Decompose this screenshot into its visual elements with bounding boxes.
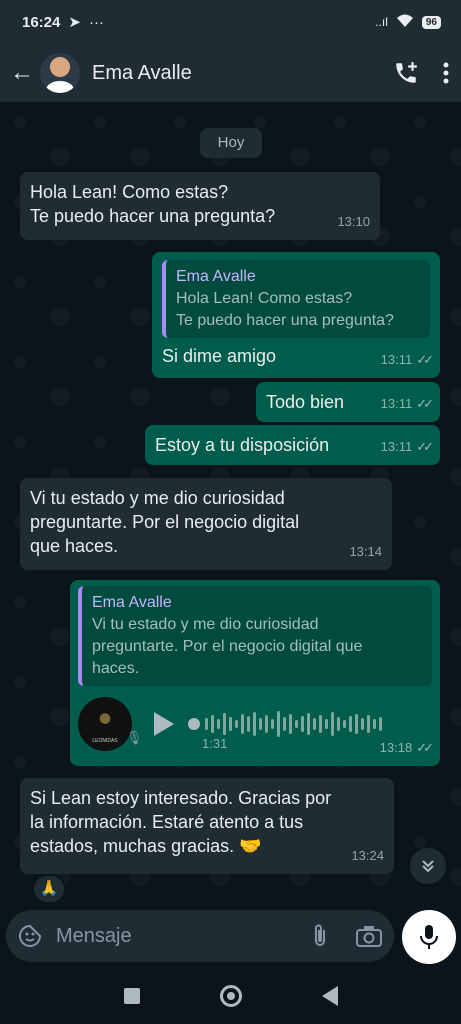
quoted-text: Hola Lean! Como estas? <box>176 290 353 307</box>
mic-icon <box>420 925 438 949</box>
back-arrow-icon[interactable]: ← <box>8 59 36 87</box>
contact-avatar[interactable] <box>40 53 80 93</box>
voice-sender-avatar: LEONIDAS <box>78 697 132 751</box>
message-text: Hola Lean! Como estas? <box>30 182 229 202</box>
quoted-text: preguntarte. Por el negocio digital que <box>92 638 363 655</box>
contact-name[interactable]: Ema Avalle <box>92 62 192 85</box>
message-time: 13:11 <box>380 439 413 454</box>
back-icon[interactable] <box>321 986 338 1006</box>
message-text: Te puedo hacer una pregunta? <box>30 206 276 226</box>
message-composer <box>6 910 394 962</box>
sticker-icon[interactable] <box>18 924 42 948</box>
voice-record-button[interactable] <box>402 910 456 964</box>
more-options-icon[interactable] <box>443 62 449 84</box>
message-text: estados, muchas gracias. 🤝 <box>30 836 262 856</box>
incoming-message[interactable]: Vi tu estado y me dio curiosidad pregunt… <box>20 478 392 570</box>
playback-handle[interactable] <box>188 718 200 730</box>
quoted-text: Te puedo hacer una pregunta? <box>176 312 394 329</box>
message-text: preguntarte. Por el negocio digital <box>30 512 300 532</box>
system-navigation-bar <box>0 968 461 1024</box>
recents-icon[interactable] <box>123 988 140 1004</box>
message-time: 13:11 <box>380 352 413 367</box>
battery-icon: 96 <box>421 15 441 29</box>
telegram-icon: ➤ <box>68 14 81 31</box>
chat-header: ← Ema Avalle <box>0 44 461 102</box>
message-input[interactable] <box>56 924 286 948</box>
message-text: la información. Estaré atento a tus <box>30 812 304 832</box>
double-chevron-down-icon <box>422 860 434 873</box>
message-time: 13:10 <box>337 214 370 229</box>
quoted-author: Ema Avalle <box>176 268 256 285</box>
outgoing-message[interactable]: Ema Avalle Hola Lean! Como estas? Te pue… <box>152 252 440 378</box>
quoted-author: Ema Avalle <box>92 594 172 611</box>
attach-icon[interactable] <box>310 923 330 949</box>
read-ticks-icon: ✓✓ <box>416 352 434 367</box>
quoted-message[interactable]: Ema Avalle Vi tu estado y me dio curiosi… <box>78 586 432 686</box>
message-time: 13:18 <box>379 740 413 755</box>
chat-area[interactable]: Hoy Hola Lean! Como estas? Te puedo hace… <box>0 102 461 910</box>
read-ticks-icon: ✓✓ <box>416 439 434 454</box>
outgoing-voice-message[interactable]: Ema Avalle Vi tu estado y me dio curiosi… <box>70 580 440 766</box>
status-time: 16:24 <box>22 13 61 31</box>
voice-duration: 1:31 <box>202 736 228 751</box>
home-icon[interactable] <box>219 985 242 1007</box>
incoming-message[interactable]: Si Lean estoy interesado. Gracias por la… <box>20 778 394 874</box>
wifi-icon <box>396 14 414 31</box>
quoted-text: haces. <box>92 660 140 677</box>
play-icon[interactable] <box>154 712 174 736</box>
message-text: Si Lean estoy interesado. Gracias por <box>30 788 332 808</box>
message-time: 13:11 <box>380 396 413 411</box>
quoted-text: Vi tu estado y me dio curiosidad <box>92 616 319 633</box>
scroll-to-bottom-button[interactable] <box>410 848 446 884</box>
message-text: Vi tu estado y me dio curiosidad <box>30 488 285 508</box>
outgoing-message[interactable]: Estoy a tu disposición 13:11 ✓✓ <box>145 425 440 465</box>
outgoing-message[interactable]: Todo bien 13:11 ✓✓ <box>256 382 440 422</box>
read-ticks-icon: ✓✓ <box>416 396 434 411</box>
add-call-icon[interactable] <box>393 60 419 86</box>
status-bar: 16:24 ➤ ··· ..ıl 96 <box>0 0 461 44</box>
message-text: que haces. <box>30 536 119 556</box>
read-ticks-icon: ✓✓ <box>416 740 434 755</box>
message-time: 13:24 <box>351 848 384 863</box>
quoted-message[interactable]: Ema Avalle Hola Lean! Como estas? Te pue… <box>162 260 430 338</box>
mic-icon: 🎙 <box>126 730 143 745</box>
camera-icon[interactable] <box>356 925 382 947</box>
incoming-message[interactable]: Hola Lean! Como estas? Te puedo hacer un… <box>20 172 380 240</box>
signal-icon: ..ıl <box>375 15 388 29</box>
date-divider: Hoy <box>200 128 262 158</box>
message-time: 13:14 <box>349 544 382 559</box>
more-notifications-icon: ··· <box>88 13 104 31</box>
reaction-badge[interactable]: 🙏 <box>32 874 66 904</box>
